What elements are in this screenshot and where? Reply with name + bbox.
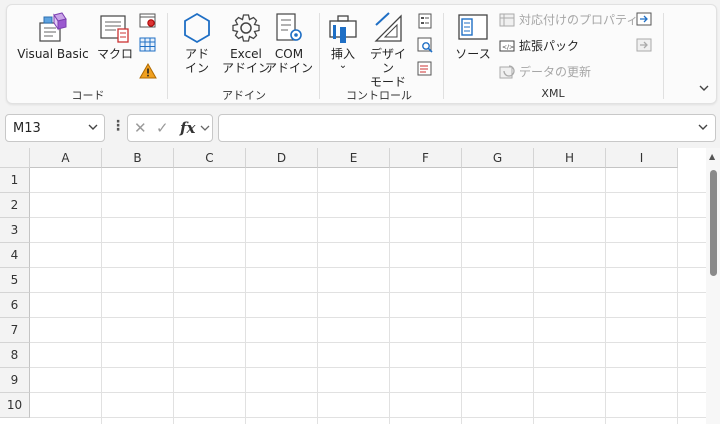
- row-header-7[interactable]: 7: [0, 318, 30, 343]
- toolbox-icon: [329, 15, 357, 43]
- gear-icon: [232, 14, 260, 42]
- map-properties-icon: [499, 13, 515, 26]
- column-header-d[interactable]: D: [246, 148, 318, 168]
- design-mode-icon: [374, 12, 402, 42]
- formula-input[interactable]: [218, 114, 716, 142]
- expansion-packs-label: 拡張パック: [519, 39, 580, 53]
- visual-basic-label: Visual Basic: [17, 47, 89, 61]
- group-label-xml: XML: [541, 87, 565, 100]
- ribbon: Visual Basic マクロ コード アド イン Excel アドイン CO…: [6, 4, 717, 104]
- com-addins-label-2: アドイン: [264, 61, 313, 75]
- column-header-f[interactable]: F: [390, 148, 462, 168]
- macro-icon: [100, 15, 129, 43]
- visual-basic-icon: [39, 12, 67, 42]
- record-macro-icon[interactable]: [139, 13, 157, 29]
- hexagon-addin-icon: [184, 12, 210, 44]
- group-separator: [443, 13, 444, 99]
- enter-icon[interactable]: ✓: [156, 119, 169, 137]
- xml-source-label: ソース: [455, 47, 491, 61]
- refresh-data-button[interactable]: データの更新: [499, 63, 591, 80]
- expansion-packs-button[interactable]: </> 拡張パック: [499, 37, 579, 54]
- view-code-icon[interactable]: [417, 37, 433, 53]
- xml-source-button[interactable]: ソース: [451, 11, 495, 61]
- map-properties-label: 対応付けのプロパティ: [519, 13, 639, 27]
- row-header-8[interactable]: 8: [0, 343, 30, 368]
- refresh-data-label: データの更新: [519, 65, 592, 79]
- map-properties-button[interactable]: 対応付けのプロパティ: [499, 11, 638, 28]
- row-header-9[interactable]: 9: [0, 368, 30, 393]
- column-header-i[interactable]: I: [606, 148, 678, 168]
- group-separator: [167, 13, 168, 99]
- group-label-controls: コントロール: [346, 89, 412, 102]
- xml-export-icon[interactable]: [635, 37, 653, 53]
- group-label-code: コード: [71, 89, 105, 102]
- row-header-5[interactable]: 5: [0, 268, 30, 293]
- svg-text:</>: </>: [502, 44, 514, 51]
- cancel-icon[interactable]: ✕: [134, 119, 147, 137]
- row-header-3[interactable]: 3: [0, 218, 30, 243]
- select-all-corner[interactable]: [0, 148, 30, 168]
- column-header-e[interactable]: E: [318, 148, 390, 168]
- scrollbar-thumb[interactable]: [710, 170, 717, 276]
- xml-source-icon: [458, 14, 488, 40]
- column-header-g[interactable]: G: [462, 148, 534, 168]
- column-header-b[interactable]: B: [102, 148, 174, 168]
- expansion-packs-icon: </>: [499, 40, 515, 51]
- com-addins-label-1: COM: [274, 47, 304, 61]
- group-separator: [663, 13, 664, 99]
- row-header-4[interactable]: 4: [0, 243, 30, 268]
- group-separator: [319, 13, 320, 99]
- worksheet-grid: ABCDEFGHI 1 2 3 4 5 6 7 8 9 10 ▲: [0, 148, 720, 424]
- chevron-down-icon[interactable]: [87, 121, 99, 133]
- row-header-1[interactable]: 1: [0, 168, 30, 193]
- addins-button[interactable]: アド イン: [175, 11, 219, 75]
- insert-control-label: 挿入: [330, 47, 355, 61]
- relative-reference-icon[interactable]: [139, 37, 157, 53]
- row-header-6[interactable]: 6: [0, 293, 30, 318]
- ribbon-collapse-icon[interactable]: [698, 83, 710, 93]
- run-dialog-icon[interactable]: [417, 61, 433, 77]
- refresh-data-icon: [499, 64, 515, 78]
- insert-function-button[interactable]: fx: [180, 119, 195, 137]
- xml-import-icon[interactable]: [635, 11, 653, 27]
- more-options-icon[interactable]: ⋮: [111, 118, 125, 134]
- chevron-down-icon[interactable]: [697, 121, 709, 133]
- design-mode-label-1: デザイン: [369, 47, 406, 75]
- addins-label-2: イン: [184, 61, 209, 75]
- cell-area[interactable]: [30, 168, 706, 424]
- macro-button[interactable]: マクロ: [95, 11, 135, 61]
- chevron-down-icon: ⌄: [338, 60, 348, 71]
- row-header-10[interactable]: 10: [0, 393, 30, 418]
- properties-icon[interactable]: [417, 13, 433, 29]
- macro-label: マクロ: [96, 47, 133, 61]
- chevron-down-icon[interactable]: [200, 123, 210, 133]
- addins-label-1: アド: [184, 47, 209, 61]
- column-header-a[interactable]: A: [30, 148, 102, 168]
- scroll-up-icon[interactable]: ▲: [709, 152, 715, 161]
- macro-security-icon[interactable]: [139, 63, 157, 79]
- column-header-h[interactable]: H: [534, 148, 606, 168]
- formula-controls: ✕ ✓ fx: [127, 114, 213, 142]
- group-label-addins: アドイン: [222, 89, 266, 102]
- row-header-2[interactable]: 2: [0, 193, 30, 218]
- name-box-value: M13: [13, 120, 41, 136]
- design-mode-button[interactable]: デザイン モード: [365, 11, 411, 89]
- insert-control-button[interactable]: 挿入 ⌄: [325, 11, 361, 71]
- column-header-c[interactable]: C: [174, 148, 246, 168]
- com-addins-button[interactable]: COM アドイン: [263, 11, 315, 75]
- visual-basic-button[interactable]: Visual Basic: [17, 11, 89, 61]
- vertical-scrollbar[interactable]: ▲: [706, 148, 720, 424]
- name-box[interactable]: M13: [5, 114, 105, 142]
- com-addin-icon: [276, 13, 302, 41]
